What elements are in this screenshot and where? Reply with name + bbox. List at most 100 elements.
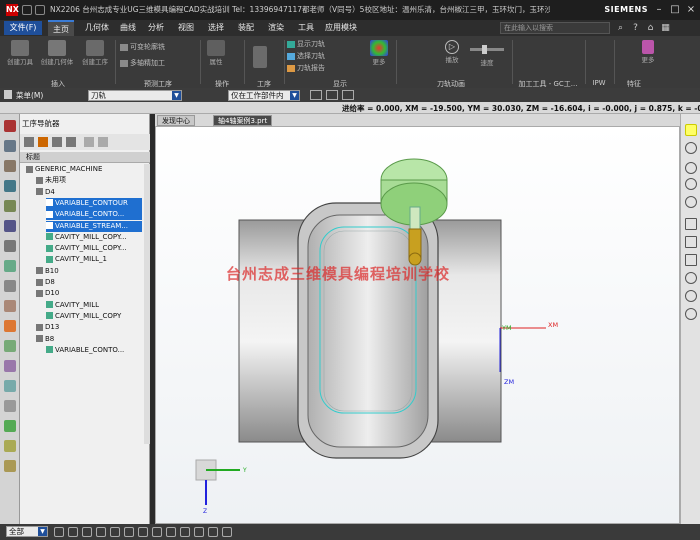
reports-icon[interactable] <box>4 380 16 392</box>
play-circle-icon[interactable] <box>685 178 697 190</box>
rewind-icon[interactable] <box>685 162 697 174</box>
tab-home[interactable]: 主页 <box>48 20 74 36</box>
home-icon[interactable]: ⌂ <box>645 23 656 34</box>
maximize-icon[interactable]: □ <box>668 3 682 17</box>
tree-row[interactable]: D8 <box>36 277 142 288</box>
tree-row[interactable]: CAVITY_MILL_COPY... <box>46 243 142 254</box>
show-toolpath-button[interactable]: 显示刀轨 <box>287 39 325 49</box>
toolpath-report-button[interactable]: 刀轨报告 <box>287 63 325 73</box>
search-icon[interactable]: ⌕ <box>615 23 626 34</box>
endpoint-icon[interactable] <box>124 527 134 537</box>
graphics-viewport[interactable]: XM YM ZM Y Z 台州志成三维模具编程培训学校 <box>155 126 680 524</box>
tab-tools[interactable]: 工具 <box>294 20 318 36</box>
clock-icon[interactable] <box>4 440 16 452</box>
layer-icon[interactable] <box>96 527 106 537</box>
minimize-icon[interactable]: – <box>652 3 666 17</box>
tab-part-file[interactable]: 轴4轴案例3.prt <box>213 115 273 126</box>
filter-icon[interactable] <box>82 527 92 537</box>
tab-select[interactable]: 选择 <box>204 20 228 36</box>
tab-discovery-center[interactable]: 发现中心 <box>157 115 195 126</box>
deselect-icon[interactable] <box>68 527 78 537</box>
manufacturing-wizard-icon[interactable] <box>4 360 16 372</box>
attribute-button[interactable]: 属性 <box>205 40 227 66</box>
scope-dropdown[interactable]: 仅在工作部件内 ▼ <box>228 90 300 101</box>
zoom-icon[interactable] <box>685 236 697 248</box>
tab-applications[interactable]: 应用模块 <box>324 20 358 36</box>
center-icon[interactable] <box>152 527 162 537</box>
machine-tool-view-icon[interactable] <box>38 137 48 147</box>
tree-row[interactable]: CAVITY_MILL_COPY <box>46 311 142 322</box>
operation-tools[interactable] <box>250 46 270 68</box>
tree-row[interactable]: GENERIC_MACHINE <box>26 164 142 175</box>
visibility-icon[interactable] <box>685 290 697 302</box>
tree-row[interactable]: VARIABLE_CONTO... <box>46 209 142 221</box>
measure-icon[interactable] <box>208 527 218 537</box>
tab-render[interactable]: 渲染 <box>264 20 288 36</box>
pin-icon[interactable] <box>194 527 204 537</box>
history-icon[interactable] <box>4 240 16 252</box>
star-icon[interactable] <box>685 124 697 136</box>
variable-contour-button[interactable]: 可变轮廓铣 <box>120 42 165 52</box>
tree-row[interactable]: CAVITY_MILL_1 <box>46 254 142 265</box>
tree-row[interactable]: CAVITY_MILL_COPY... <box>46 232 142 243</box>
constraint-icon[interactable] <box>4 160 16 172</box>
snap-icon[interactable] <box>326 90 338 100</box>
more-feature-button[interactable]: 更多 <box>638 40 658 64</box>
tree-row[interactable]: D4 <box>36 187 142 198</box>
pencil-icon[interactable] <box>222 527 232 537</box>
tree-row[interactable]: B8 <box>36 334 142 345</box>
create-geometry-button[interactable]: 创建几何体 <box>38 40 76 66</box>
tree-row[interactable]: CAVITY_MILL <box>46 300 142 311</box>
selection-scope-dropdown[interactable]: 全部 ▼ <box>6 526 48 537</box>
speed-slider[interactable]: 速度 <box>470 42 504 67</box>
system-scenes-icon[interactable] <box>4 320 16 332</box>
palette-icon[interactable] <box>4 280 16 292</box>
tree-row[interactable]: 未用项 <box>36 175 142 186</box>
tree-row[interactable]: D13 <box>36 322 142 333</box>
rotate-icon[interactable] <box>685 254 697 266</box>
crosshair-icon[interactable] <box>342 90 354 100</box>
expand-icon[interactable] <box>84 137 94 147</box>
tree-row[interactable]: VARIABLE_STREAM... <box>46 220 142 232</box>
hide-icon[interactable] <box>685 308 697 320</box>
geometry-view-icon[interactable] <box>52 137 62 147</box>
create-tool-button[interactable]: 创建刀具 <box>4 40 36 66</box>
roles-icon[interactable] <box>4 300 16 312</box>
speed-thumb[interactable] <box>482 45 487 54</box>
show-icon[interactable] <box>166 527 176 537</box>
tab-view[interactable]: 视图 <box>174 20 198 36</box>
help-icon[interactable]: ? <box>630 23 641 34</box>
file-menu[interactable]: 文件(F) <box>4 21 42 35</box>
web-browser-icon[interactable] <box>4 260 16 272</box>
pan-icon[interactable] <box>685 272 697 284</box>
tab-assembly[interactable]: 装配 <box>234 20 258 36</box>
undo-icon[interactable] <box>35 5 45 15</box>
save-icon[interactable] <box>22 5 32 15</box>
tree-row[interactable]: D10 <box>36 288 142 299</box>
close-icon[interactable]: × <box>684 3 698 17</box>
tree-row[interactable]: VARIABLE_CONTO... <box>46 345 142 356</box>
play-button[interactable]: ▷ 播放 <box>440 40 464 64</box>
navigator-scrollbar[interactable] <box>144 164 150 444</box>
snap-point-icon[interactable] <box>110 527 120 537</box>
analysis-icon[interactable] <box>4 420 16 432</box>
multi-axis-finish-button[interactable]: 多轴精加工 <box>120 58 165 68</box>
midpoint-icon[interactable] <box>138 527 148 537</box>
search-input[interactable]: 在此输入以搜索 <box>500 22 610 34</box>
operation-navigator-icon[interactable] <box>4 180 16 192</box>
layout-icon[interactable]: ▦ <box>660 23 671 34</box>
reuse-library-icon[interactable] <box>4 220 16 232</box>
tools-icon[interactable] <box>4 460 16 472</box>
process-studio-icon[interactable] <box>4 340 16 352</box>
tab-geometry[interactable]: 几何体 <box>80 20 114 36</box>
machine-tool-icon[interactable] <box>4 200 16 212</box>
select-all-icon[interactable] <box>54 527 64 537</box>
settings-icon[interactable] <box>4 400 16 412</box>
menu-button[interactable]: 菜单(M) <box>16 90 43 101</box>
assembly-navigator-icon[interactable] <box>4 140 16 152</box>
more-display-button[interactable]: 更多 <box>368 40 390 66</box>
program-order-view-icon[interactable] <box>24 137 34 147</box>
show-hide-icon[interactable] <box>180 527 190 537</box>
create-operation-button[interactable]: 创建工序 <box>78 40 112 66</box>
next-icon[interactable] <box>685 196 697 208</box>
